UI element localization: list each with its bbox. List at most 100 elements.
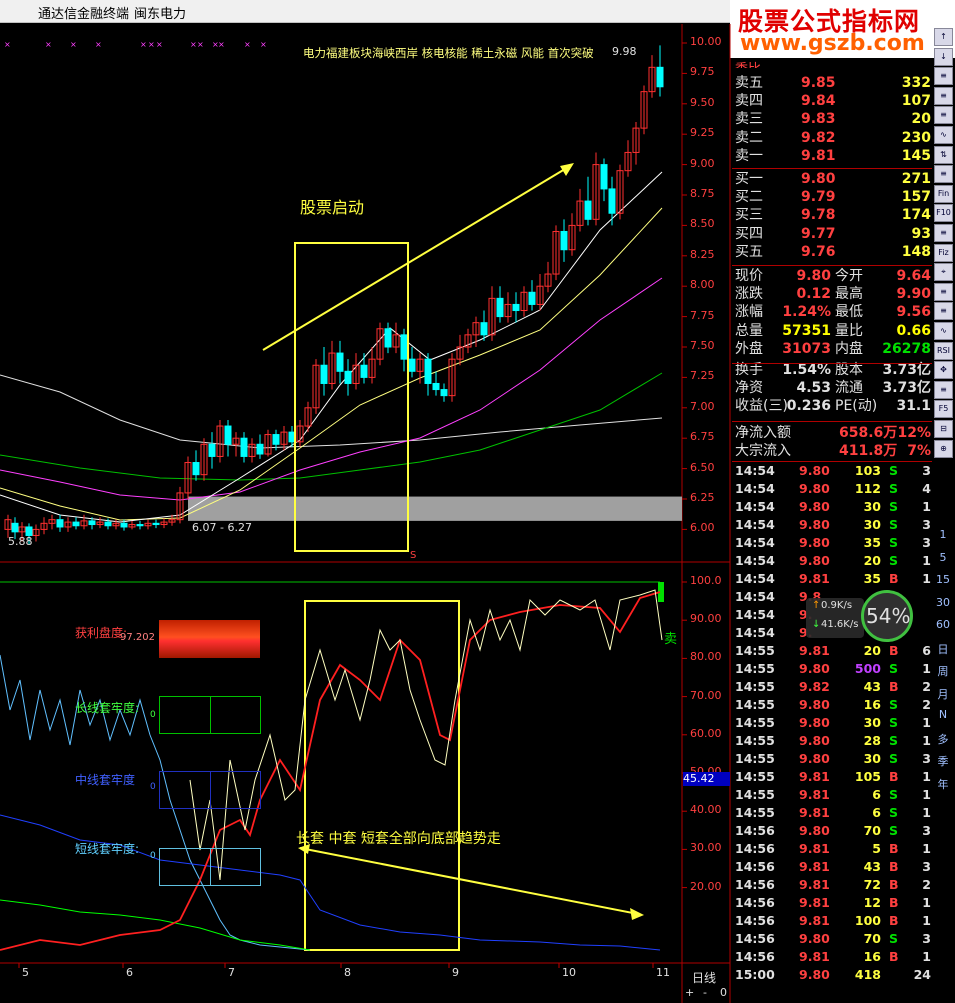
tick-row[interactable]: 14:54 9.81 35 B 1 [735, 570, 931, 588]
tick-row[interactable]: 14:54 9.80 112 S 4 [735, 480, 931, 498]
period-tab[interactable]: N [934, 708, 952, 721]
tick-count: 1 [922, 895, 931, 910]
stat-row: 总量 57351 量比 0.66 [735, 322, 931, 340]
stat-value: 31073 [782, 340, 831, 357]
period-tab[interactable]: 季 [934, 753, 952, 769]
price-axis-label: 6.25 [690, 491, 715, 504]
tick-side: B [889, 859, 899, 874]
period-tab[interactable]: 1 [934, 528, 952, 541]
tick-row[interactable]: 14:55 9.81 6 S 1 [735, 786, 931, 804]
tick-row[interactable]: 14:54 9.80 103 S 3 [735, 462, 931, 480]
indicator-cursor-value: 45.42 [683, 772, 730, 786]
period-tab[interactable]: 日 [934, 641, 952, 657]
tick-time: 14:54 [735, 571, 775, 586]
tool-button[interactable]: ⊟ [934, 420, 953, 438]
tick-row[interactable]: 14:55 9.80 28 S 1 [735, 732, 931, 750]
sell-level-label: 卖一 [735, 147, 763, 164]
tick-row[interactable]: 14:54 9.80 30 S 1 [735, 498, 931, 516]
tick-time: 14:55 [735, 661, 775, 676]
tool-button[interactable]: ↓ [934, 47, 953, 66]
tool-button[interactable]: ≡ [934, 106, 953, 125]
tick-price: 9.80 [799, 931, 830, 946]
tick-row[interactable]: 14:54 9.80 30 S 3 [735, 516, 931, 534]
buy-level-volume: 271 [901, 171, 931, 187]
tick-row[interactable]: 14:56 9.81 43 B 3 [735, 858, 931, 876]
tick-row[interactable]: 14:54 9.80 35 S 3 [735, 534, 931, 552]
stat-value: 4.53 [796, 380, 831, 397]
tool-button[interactable]: F5 [934, 400, 953, 419]
tick-row[interactable]: 14:54 9.80 20 S 1 [735, 552, 931, 570]
period-tab[interactable]: 60 [934, 618, 952, 631]
profit-value: 97.202 [120, 632, 155, 643]
speed-widget[interactable]: ↑ 0.9K/s ↓ 41.6K/s 54% [806, 590, 916, 644]
tick-row[interactable]: 14:55 9.80 30 S 1 [735, 714, 931, 732]
stat-label: 净资 [735, 380, 763, 397]
tool-button[interactable]: ≡ [934, 86, 953, 105]
tick-row[interactable]: 14:55 9.81 105 B 1 [735, 768, 931, 786]
tick-volume: 105 [854, 769, 881, 784]
tick-row[interactable]: 14:55 9.80 16 S 2 [735, 696, 931, 714]
tick-row[interactable]: 14:55 9.80 500 S 1 [735, 660, 931, 678]
period-tab[interactable]: 年 [934, 776, 952, 792]
period-tab[interactable]: 15 [934, 573, 952, 586]
tool-button[interactable]: ≡ [934, 302, 953, 321]
tool-button[interactable]: ⊕ [934, 439, 953, 458]
tick-row[interactable]: 14:56 9.80 70 S 3 [735, 930, 931, 948]
tick-time: 14:55 [735, 697, 775, 712]
tool-button[interactable]: RSI [934, 341, 953, 360]
tool-button[interactable]: Fin [934, 184, 953, 203]
tick-row[interactable]: 14:56 9.81 12 B 1 [735, 894, 931, 912]
panel-separator [732, 168, 932, 169]
tick-row[interactable]: 14:56 9.81 100 B 1 [735, 912, 931, 930]
period-tab[interactable]: 5 [934, 551, 952, 564]
zoom-in-button[interactable]: + [685, 986, 694, 999]
tick-volume: 30 [863, 517, 881, 532]
tool-button[interactable]: F10 [934, 204, 953, 223]
tick-row[interactable]: 14:56 9.81 16 B 1 [735, 948, 931, 966]
tick-side: B [889, 895, 899, 910]
zoom-reset-button[interactable]: 0 [720, 986, 727, 999]
tick-row[interactable]: 14:56 9.80 70 S 3 [735, 822, 931, 840]
tick-row[interactable]: 15:00 9.80 418 24 [735, 966, 931, 984]
tool-button[interactable]: ≡ [934, 224, 953, 242]
period-tab[interactable]: 30 [934, 596, 952, 609]
period-tab[interactable]: 多 [934, 731, 952, 747]
tick-side: S [889, 535, 899, 550]
sell-level: 卖三 9.83 20 [735, 110, 931, 128]
period-tab[interactable]: 月 [934, 686, 952, 702]
candle-body [88, 520, 96, 526]
stat-label: 今开 [835, 268, 863, 284]
tool-button[interactable]: ≡ [934, 282, 953, 301]
tick-row[interactable]: 14:56 9.81 72 B 2 [735, 876, 931, 894]
tick-volume: 30 [863, 499, 881, 514]
stat-label: 涨跌 [735, 286, 763, 303]
tick-row[interactable]: 14:55 9.80 30 S 3 [735, 750, 931, 768]
tool-button[interactable]: ∿ [934, 322, 953, 340]
tick-row[interactable]: 14:55 9.81 6 S 1 [735, 804, 931, 822]
tool-button[interactable]: ∿ [934, 126, 953, 144]
tick-volume: 72 [863, 877, 881, 892]
svg-text:×: × [244, 40, 251, 49]
tool-button[interactable]: ⌖ [934, 263, 953, 282]
buy-level-price: 9.76 [801, 243, 836, 260]
date-axis-label: 8 [344, 966, 351, 979]
quote-top-label: 委比 [735, 58, 761, 68]
tick-count: 1 [922, 661, 931, 676]
period-label[interactable]: 日线 [692, 969, 716, 986]
tick-row[interactable]: 14:55 9.81 20 B 6 [735, 642, 931, 660]
stat-value: 57351 [782, 322, 831, 339]
svg-text:×: × [95, 40, 102, 49]
tool-button[interactable]: ↑ [934, 28, 953, 46]
tick-time: 14:54 [735, 463, 775, 478]
tick-row[interactable]: 14:55 9.82 43 B 2 [735, 678, 931, 696]
tool-button[interactable]: Fiz [934, 243, 953, 262]
tool-button[interactable]: ≡ [934, 165, 953, 184]
zoom-out-button[interactable]: - [703, 986, 707, 999]
long-value: 0 [150, 710, 156, 720]
tool-button[interactable]: ≡ [934, 380, 953, 399]
tool-button[interactable]: ⇅ [934, 145, 953, 164]
tick-row[interactable]: 14:56 9.81 5 B 1 [735, 840, 931, 858]
tool-button[interactable]: ≡ [934, 67, 953, 86]
tool-button[interactable]: ✥ [934, 361, 953, 380]
period-tab[interactable]: 周 [934, 663, 952, 679]
